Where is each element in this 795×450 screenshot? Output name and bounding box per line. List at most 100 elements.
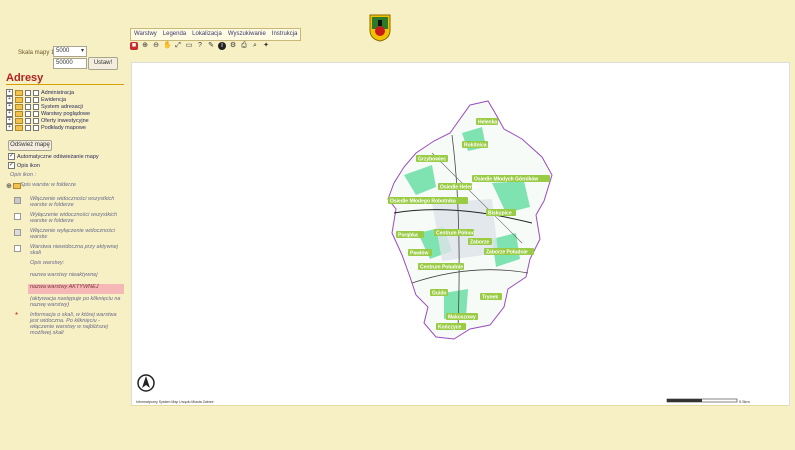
labels-checkbox[interactable] [8,161,15,169]
checkbox[interactable] [25,124,31,131]
place-label[interactable]: Helenka [476,118,498,126]
checkbox[interactable] [33,124,39,131]
scale-select[interactable]: 5000 [53,46,87,57]
home-icon[interactable]: ■ [130,42,138,50]
layer-label[interactable]: Warstwy poglądowe [41,111,90,117]
place-label[interactable]: Osiedle Młodego Robotnika [388,197,468,205]
place-label[interactable]: Guido [430,289,448,297]
menu-search[interactable]: Wyszukiwanie [225,29,269,40]
menu-instructions[interactable]: Instrukcja [269,29,301,40]
legend-row: ⊕ Spis warstw w folderze [6,182,124,192]
layer-item[interactable]: + Oferty inwestycyjne [6,117,124,124]
set-scale-button[interactable]: Ustaw! [88,57,118,70]
place-label[interactable]: Porąbka [396,231,424,239]
settings-icon[interactable]: ✦ [262,42,270,50]
expand-icon[interactable]: + [6,103,13,110]
checkbox[interactable] [25,110,31,117]
layer-item[interactable]: + Ewidencja [6,96,124,103]
checkbox[interactable] [33,103,39,110]
query-icon[interactable]: ? [196,42,204,50]
info-icon[interactable]: i [218,42,226,50]
layer-label[interactable]: Ewidencja [41,97,66,103]
layer-item[interactable]: + System adresacji [6,103,124,110]
search-icon[interactable]: ⌕ [251,42,259,50]
zoom-in-icon[interactable]: ⊕ [141,42,149,50]
measure-icon[interactable]: ✎ [207,42,215,50]
checkbox[interactable] [25,103,31,110]
expand-icon[interactable]: + [6,124,13,131]
legend-text: nazwa warstwy nieaktywnej [30,272,98,278]
top-menu: Warstwy Legenda Lokalizacja Wyszukiwanie… [130,28,302,41]
layer-item[interactable]: + Podkłady mapowe [6,124,124,131]
map-canvas[interactable]: Helenka Rokitnica Grzybowiec Osiedle Mło… [131,62,790,406]
layer-label[interactable]: Oferty inwestycyjne [41,118,89,124]
layer-label[interactable]: Administracja [41,90,74,96]
svg-text:Trynek: Trynek [482,295,498,301]
place-label[interactable]: Zaborze [468,238,492,246]
expand-icon[interactable]: + [6,96,13,103]
select-icon[interactable]: ▭ [185,42,193,50]
refresh-map-button[interactable]: Odśwież mapę [8,140,52,151]
menu-location[interactable]: Lokalizacja [189,29,225,40]
zoom-out-icon[interactable]: ⊖ [152,42,160,50]
checkbox[interactable] [25,89,31,96]
checkbox[interactable] [33,96,39,103]
place-label[interactable]: Osiedle Młodych Górników [472,175,550,183]
pan-icon[interactable]: ✋ [163,42,172,50]
expand-icon[interactable]: + [6,89,13,96]
legend-text: (aktywacja następuje po kliknięciu na na… [30,296,121,308]
tool-icon[interactable]: ⚙ [229,42,237,50]
svg-text:Centrum Południe: Centrum Południe [420,265,463,271]
svg-text:Helenka: Helenka [478,120,497,126]
place-label[interactable]: Zaborze Południe [484,248,534,256]
layer-item[interactable]: + Administracja [6,89,124,96]
svg-text:Osiedle Młodych Górników: Osiedle Młodych Górników [474,177,538,183]
menu-layers[interactable]: Warstwy [131,29,160,40]
svg-text:Zaborze Południe: Zaborze Południe [486,250,528,256]
checkbox[interactable] [25,117,31,124]
place-label[interactable]: Centrum Południe [418,263,464,271]
place-label[interactable]: Makoszowy [446,313,478,321]
legend-row: Włączenie wyłączenie widoczności warstw [6,228,124,240]
auto-refresh-option[interactable]: Automatyczne odświeżanie mapy [8,152,99,160]
checkbox[interactable] [33,110,39,117]
menu-legend[interactable]: Legenda [160,29,189,40]
checkbox[interactable] [33,117,39,124]
folder-icon [15,117,23,124]
place-label[interactable]: Pawłów [408,249,432,257]
layer-label[interactable]: System adresacji [41,104,83,110]
labels-option[interactable]: Opis ikon [8,161,40,169]
print-icon[interactable]: ⎙ [240,42,248,50]
legend-row: (aktywacja następuje po kliknięciu na na… [6,296,124,308]
legend-row: Opis warstwy: [6,260,124,270]
place-label[interactable]: Centrum Północ [434,229,475,237]
expand-icon[interactable]: + [6,117,13,124]
legend-row: * Informacja o skali, w której warstwa je… [6,311,124,336]
checkbox[interactable] [33,89,39,96]
expand-icon[interactable]: + [6,110,13,117]
place-label[interactable]: Grzybowiec [416,155,448,163]
place-label[interactable]: Osiedle Helenki [438,183,478,191]
svg-text:Rokitnica: Rokitnica [464,143,487,149]
layer-tree: + Administracja + Ewidencja + System adresa… [6,89,124,131]
legend-row: Włączenie widoczności wszystkich warstw … [6,196,124,208]
legend-text: Włączenie widoczności wszystkich warstw … [30,196,115,208]
place-label[interactable]: Biskupice [486,209,516,217]
svg-text:Kończyce: Kończyce [438,325,462,331]
scale-bar: 0.5km [666,398,751,404]
city-map[interactable]: Helenka Rokitnica Grzybowiec Osiedle Mło… [132,63,789,405]
legend-text: nazwa warstwy AKTYWNEJ [30,284,99,290]
place-label[interactable]: Rokitnica [462,141,488,149]
checkbox[interactable] [25,96,31,103]
scale-input[interactable]: 50000 [53,58,87,69]
svg-text:Pawłów: Pawłów [410,251,428,257]
auto-refresh-checkbox[interactable] [8,152,15,160]
zoom-extent-icon[interactable]: ⤢ [174,42,182,50]
place-label[interactable]: Trynek [480,293,502,301]
svg-text:Makoszowy: Makoszowy [448,315,476,321]
layer-label[interactable]: Podkłady mapowe [41,125,86,131]
place-label[interactable]: Kończyce [436,323,466,331]
layer-item[interactable]: + Warstwy poglądowe [6,110,124,117]
folder-icon [15,96,23,103]
folder-icon [13,183,21,189]
